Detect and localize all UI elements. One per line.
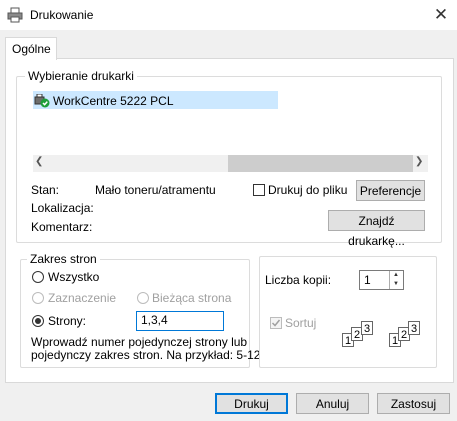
radio-current-page-label: Bieżąca strona [152,291,232,305]
collate-label: Sortuj [285,316,317,330]
radio-pages-label: Strony: [48,314,87,328]
radio-all[interactable] [32,271,44,283]
printer-name: WorkCentre 5222 PCL [53,94,174,108]
page-range-hint-2: pojedynczy zakres stron. Na przykład: 5-… [31,348,261,362]
copies-stepper[interactable]: 1 ▲ ▼ [359,270,404,290]
collate-page-3: 3 [361,321,373,335]
copies-label: Liczba kopii: [265,273,332,287]
title-bar: Drukowanie ✕ [0,0,457,30]
spin-up-icon[interactable]: ▲ [390,271,402,280]
preferences-button[interactable]: Preferencje [356,180,425,201]
radio-current-page [137,292,149,304]
comment-label: Komentarz: [31,220,93,234]
window-title: Drukowanie [30,8,94,22]
pages-input[interactable]: 1,3,4 [136,311,224,331]
scroll-left-icon[interactable]: ❮ [35,156,43,167]
printer-select-legend: Wybieranie drukarki [25,69,137,83]
radio-all-label: Wszystko [48,270,100,284]
collate-checkbox [270,317,282,329]
tab-general[interactable]: Ogólne [5,37,57,60]
spin-down-icon[interactable]: ▼ [390,280,402,289]
page-range-legend: Zakres stron [27,252,100,266]
apply-button[interactable]: Zastosuj [377,393,450,414]
find-printer-button[interactable]: Znajdź drukarkę... [328,210,425,248]
print-to-file-checkbox[interactable] [253,184,265,196]
cancel-button[interactable]: Anuluj [296,393,369,414]
scroll-right-icon[interactable]: ❯ [415,156,423,167]
location-label: Lokalizacja: [31,201,94,215]
tab-label: Ogólne [12,42,51,56]
copies-spin-buttons[interactable]: ▲ ▼ [389,271,403,289]
status-label: Stan: [31,183,60,197]
status-value: Mało toneru/atramentu [95,183,216,197]
printer-icon [7,7,23,23]
scrollbar-thumb[interactable] [228,155,413,172]
copies-value: 1 [364,273,371,287]
close-icon[interactable]: ✕ [430,5,452,25]
print-to-file-label: Drukuj do pliku [268,183,348,197]
collate-page-3b: 3 [408,321,420,335]
radio-selection [32,292,44,304]
print-button[interactable]: Drukuj [215,393,288,414]
radio-selection-label: Zaznaczenie [48,291,117,305]
default-printer-icon [34,93,50,108]
radio-pages[interactable] [32,315,44,327]
